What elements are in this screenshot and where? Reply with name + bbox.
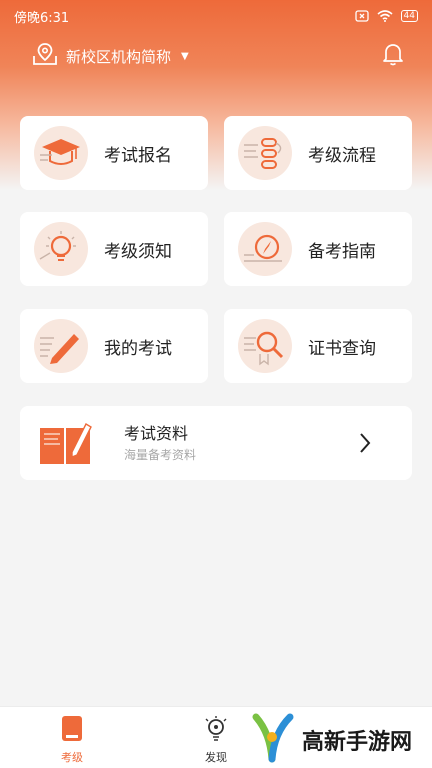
- status-icons: 44: [354, 10, 418, 22]
- top-bar: 新校区机构简称 ▼: [0, 38, 432, 74]
- status-bar: 傍晚6:31 44: [0, 0, 432, 32]
- bell-icon[interactable]: [382, 42, 404, 70]
- campus-selector[interactable]: 新校区机构简称 ▼: [32, 42, 189, 70]
- watermark-text: 高新手游网: [302, 730, 413, 755]
- materials-subtitle: 海量备考资料: [124, 448, 197, 462]
- tab-discover[interactable]: 发现: [186, 715, 246, 765]
- watermark: 高新手游网: [250, 712, 412, 768]
- tab-label: 考级: [61, 751, 83, 764]
- pencil-icon: [34, 319, 88, 373]
- card-label: 我的考试: [104, 338, 172, 359]
- compass-icon: [238, 222, 292, 276]
- location-pin-icon: [32, 42, 58, 70]
- card-label: 考级流程: [308, 145, 376, 166]
- chevron-right-icon: [358, 432, 372, 458]
- flowchart-icon: [238, 126, 292, 180]
- lightbulb-tab-icon: [202, 716, 230, 747]
- card-label: 考级须知: [104, 241, 172, 262]
- card-label: 备考指南: [308, 241, 376, 262]
- card-exam-process[interactable]: 考级流程: [224, 116, 412, 190]
- materials-title: 考试资料: [124, 424, 189, 443]
- battery-icon: 44: [400, 10, 418, 22]
- magnifier-icon: [238, 319, 292, 373]
- tab-exam-level[interactable]: 考级: [42, 715, 102, 765]
- book-tab-icon: [60, 716, 84, 747]
- wifi-icon: [377, 10, 393, 22]
- card-exam-guide[interactable]: 备考指南: [224, 212, 412, 286]
- card-label: 证书查询: [308, 338, 376, 359]
- exam-materials-card[interactable]: 考试资料 海量备考资料: [20, 406, 412, 480]
- card-my-exams[interactable]: 我的考试: [20, 309, 208, 383]
- card-exam-registration[interactable]: 考试报名: [20, 116, 208, 190]
- watermark-logo-icon: [250, 711, 296, 768]
- open-book-icon: [36, 420, 96, 470]
- sim-off-icon: [354, 10, 369, 22]
- campus-name: 新校区机构简称: [66, 47, 172, 66]
- caret-down-icon: ▼: [181, 50, 189, 62]
- graduation-cap-icon: [34, 126, 88, 180]
- status-time: 傍晚6:31: [14, 10, 70, 26]
- lightbulb-icon: [34, 222, 88, 276]
- card-label: 考试报名: [104, 145, 172, 166]
- card-certificate-query[interactable]: 证书查询: [224, 309, 412, 383]
- tab-label: 发现: [205, 751, 227, 764]
- card-exam-notice[interactable]: 考级须知: [20, 212, 208, 286]
